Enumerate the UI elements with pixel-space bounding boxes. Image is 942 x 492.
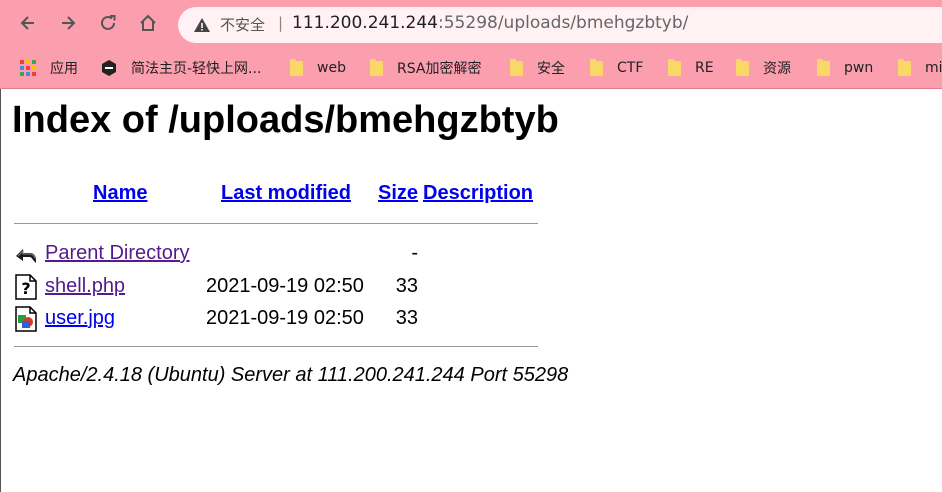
bookmarks-bar: 应用 简法主页-轻快上网... web RSA加密解密 安全 CTF RE 资源…	[0, 50, 942, 89]
bookmark-label: 资源	[763, 61, 791, 77]
bookmark-web[interactable]: web	[290, 58, 346, 78]
divider-bottom	[14, 346, 538, 347]
svg-text:?: ?	[21, 279, 30, 298]
bookmark-label: 应用	[50, 61, 78, 77]
file-link-user-jpg[interactable]: user.jpg	[45, 307, 115, 330]
image-file-icon	[15, 306, 37, 332]
folder-icon	[590, 58, 603, 76]
home-button[interactable]	[134, 9, 162, 37]
bookmark-misc[interactable]: mi	[898, 58, 942, 78]
forward-arrow-icon	[62, 16, 76, 30]
bookmark-label: RSA加密解密	[397, 61, 482, 77]
bookmark-label: RE	[695, 60, 714, 76]
apps-grid-icon	[20, 60, 36, 76]
folder-icon	[898, 58, 911, 76]
reload-icon	[101, 15, 116, 30]
back-arrow-icon	[20, 16, 34, 30]
folder-icon	[370, 58, 383, 76]
column-header-name[interactable]: Name	[93, 182, 147, 205]
file-size: -	[411, 242, 418, 264]
file-date: 2021-09-19 02:50	[206, 275, 364, 297]
bookmark-jianfa[interactable]: 简法主页-轻快上网...	[101, 58, 261, 78]
page-title: Index of /uploads/bmehgzbtyb	[12, 99, 559, 141]
file-size: 33	[395, 307, 418, 329]
column-header-description[interactable]: Description	[423, 182, 533, 205]
bookmark-pwn[interactable]: pwn	[817, 58, 873, 78]
file-size: 33	[395, 275, 418, 297]
home-icon	[140, 14, 156, 31]
column-header-last-modified[interactable]: Last modified	[221, 182, 351, 205]
url-host: 111.200.241.244	[292, 13, 439, 33]
warning-icon	[194, 18, 210, 32]
file-link-shell-php[interactable]: shell.php	[45, 275, 125, 298]
back-button[interactable]	[14, 9, 42, 37]
folder-icon	[817, 58, 830, 76]
url-text[interactable]: 111.200.241.244:55298/uploads/bmehgzbtyb…	[292, 13, 688, 33]
back-arrow-icon	[16, 249, 36, 263]
bookmark-re[interactable]: RE	[668, 58, 714, 78]
bookmark-label: CTF	[617, 60, 644, 76]
bookmark-label: web	[317, 60, 346, 76]
folder-icon	[668, 58, 681, 76]
bookmark-security[interactable]: 安全	[510, 58, 565, 78]
server-signature: Apache/2.4.18 (Ubuntu) Server at 111.200…	[13, 364, 569, 386]
column-header-size[interactable]: Size	[378, 182, 418, 205]
forward-button[interactable]	[54, 9, 82, 37]
security-label[interactable]: 不安全	[220, 14, 265, 35]
folder-icon	[510, 58, 523, 76]
unknown-file-icon: ?	[15, 274, 37, 300]
bookmark-resources[interactable]: 资源	[736, 58, 791, 78]
url-path: :55298/uploads/bmehgzbtyb/	[438, 13, 689, 33]
folder-icon	[290, 58, 303, 76]
bookmark-label: mi	[925, 60, 942, 76]
address-bar[interactable]: 不安全 | 111.200.241.244:55298/uploads/bmeh…	[178, 7, 942, 43]
page-content: Index of /uploads/bmehgzbtyb Name Last m…	[0, 89, 942, 492]
bookmark-rsa[interactable]: RSA加密解密	[370, 58, 481, 78]
reload-button[interactable]	[94, 9, 122, 37]
divider-top	[14, 223, 538, 224]
bookmark-ctf[interactable]: CTF	[590, 58, 643, 78]
url-separator: |	[278, 14, 284, 32]
browser-toolbar: 不安全 | 111.200.241.244:55298/uploads/bmeh…	[0, 0, 942, 50]
bookmark-label: pwn	[844, 60, 874, 76]
bookmark-label: 简法主页-轻快上网...	[131, 61, 262, 77]
bookmark-apps[interactable]: 应用	[20, 58, 78, 78]
file-date: 2021-09-19 02:50	[206, 307, 364, 329]
file-link-parent-directory[interactable]: Parent Directory	[45, 242, 190, 265]
site-hex-icon	[102, 60, 116, 76]
folder-icon	[736, 58, 749, 76]
bookmark-label: 安全	[537, 61, 565, 77]
